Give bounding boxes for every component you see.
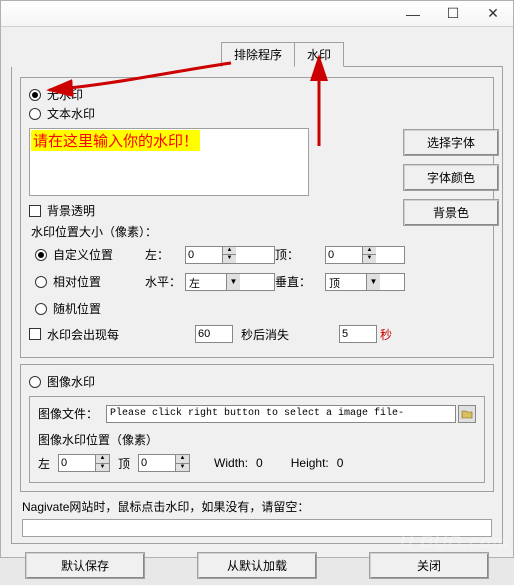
top-label: 顶： bbox=[275, 246, 325, 263]
tab-exclude[interactable]: 排除程序 bbox=[221, 42, 295, 67]
radio-relative-pos[interactable] bbox=[35, 276, 47, 288]
bg-transparent-label: 背景透明 bbox=[47, 202, 95, 219]
load-default-button[interactable]: 从默认加载 bbox=[197, 552, 317, 579]
left-label: 左： bbox=[145, 246, 185, 263]
vert-combo[interactable]: 顶▼ bbox=[325, 273, 405, 291]
close-dialog-button[interactable]: 关闭 bbox=[369, 552, 489, 579]
left-input[interactable]: ▲▼ bbox=[185, 246, 275, 264]
img-width-label: Width: bbox=[214, 456, 248, 470]
browse-button[interactable] bbox=[458, 405, 476, 423]
radio-image-watermark[interactable] bbox=[29, 376, 41, 388]
img-height-label: Height: bbox=[291, 456, 329, 470]
radio-text-watermark-label: 文本水印 bbox=[47, 105, 95, 122]
chevron-down-icon[interactable]: ▼ bbox=[366, 274, 380, 290]
spinner-icon[interactable]: ▲▼ bbox=[95, 455, 109, 471]
img-height-value: 0 bbox=[337, 456, 344, 470]
chevron-down-icon[interactable]: ▼ bbox=[226, 274, 240, 290]
navigate-label: Nagivate网站时，鼠标点击水印，如果没有，请留空： bbox=[22, 498, 492, 515]
radio-custom-pos[interactable] bbox=[35, 249, 47, 261]
bg-color-button[interactable]: 背景色 bbox=[403, 199, 499, 226]
spinner-icon[interactable]: ▲▼ bbox=[362, 247, 376, 263]
footer-buttons: 默认保存 从默认加载 关闭 bbox=[11, 544, 503, 579]
img-left-input[interactable]: ▲▼ bbox=[58, 454, 110, 472]
appear-every-checkbox[interactable] bbox=[29, 328, 41, 340]
tab-strip: 排除程序 水印 bbox=[221, 41, 503, 67]
radio-custom-pos-label: 自定义位置 bbox=[53, 246, 113, 263]
watermark-text-prompt: 请在这里输入你的水印！ bbox=[31, 130, 200, 151]
radio-random-pos-label: 随机位置 bbox=[53, 300, 101, 317]
appear-every-label: 水印会出现每 bbox=[47, 326, 167, 343]
appear-seconds-input[interactable] bbox=[195, 325, 233, 343]
radio-text-watermark[interactable] bbox=[29, 108, 41, 120]
image-file-label: 图像文件： bbox=[38, 405, 106, 423]
font-color-button[interactable]: 字体颜色 bbox=[403, 164, 499, 191]
side-button-column: 选择字体 字体颜色 背景色 bbox=[403, 129, 499, 226]
spinner-icon[interactable]: ▲▼ bbox=[175, 455, 189, 471]
tab-watermark[interactable]: 水印 bbox=[294, 42, 344, 67]
radio-no-watermark-label: 无水印 bbox=[47, 86, 83, 103]
disappear-after-label: 秒后消失 bbox=[241, 326, 289, 343]
titlebar: — ☐ ✕ bbox=[1, 1, 513, 27]
radio-image-watermark-label: 图像水印 bbox=[47, 373, 95, 390]
bg-transparent-checkbox[interactable] bbox=[29, 205, 41, 217]
client-area: 排除程序 水印 无水印 文本水印 请在这里输入你的水印！ bbox=[1, 27, 513, 585]
img-top-input[interactable]: ▲▼ bbox=[138, 454, 190, 472]
maximize-button[interactable]: ☐ bbox=[433, 1, 473, 26]
watermark-text-input[interactable]: 请在这里输入你的水印！ bbox=[29, 128, 309, 196]
horiz-label: 水平： bbox=[145, 273, 185, 290]
vert-label: 垂直： bbox=[275, 273, 325, 290]
horiz-combo[interactable]: 左▼ bbox=[185, 273, 275, 291]
spinner-icon[interactable]: ▲▼ bbox=[222, 247, 236, 263]
image-pos-label: 图像水印位置（像素） bbox=[38, 431, 476, 448]
choose-font-button[interactable]: 选择字体 bbox=[403, 129, 499, 156]
radio-relative-pos-label: 相对位置 bbox=[53, 273, 101, 290]
dialog-window: — ☐ ✕ 排除程序 水印 无水印 文本水印 bbox=[0, 0, 514, 558]
seconds-unit: 秒 bbox=[380, 326, 392, 343]
radio-random-pos[interactable] bbox=[35, 303, 47, 315]
radio-no-watermark[interactable] bbox=[29, 89, 41, 101]
image-file-input[interactable]: Please click right button to select a im… bbox=[106, 405, 456, 423]
save-default-button[interactable]: 默认保存 bbox=[25, 552, 145, 579]
img-width-value: 0 bbox=[256, 456, 263, 470]
close-button[interactable]: ✕ bbox=[473, 1, 513, 26]
navigate-input[interactable] bbox=[22, 519, 492, 537]
minimize-button[interactable]: — bbox=[393, 1, 433, 26]
img-left-label: 左 bbox=[38, 455, 50, 472]
disappear-seconds-input[interactable] bbox=[339, 325, 377, 343]
img-top-label: 顶 bbox=[118, 455, 130, 472]
top-input[interactable]: ▲▼ bbox=[325, 246, 405, 264]
folder-icon bbox=[461, 409, 473, 419]
